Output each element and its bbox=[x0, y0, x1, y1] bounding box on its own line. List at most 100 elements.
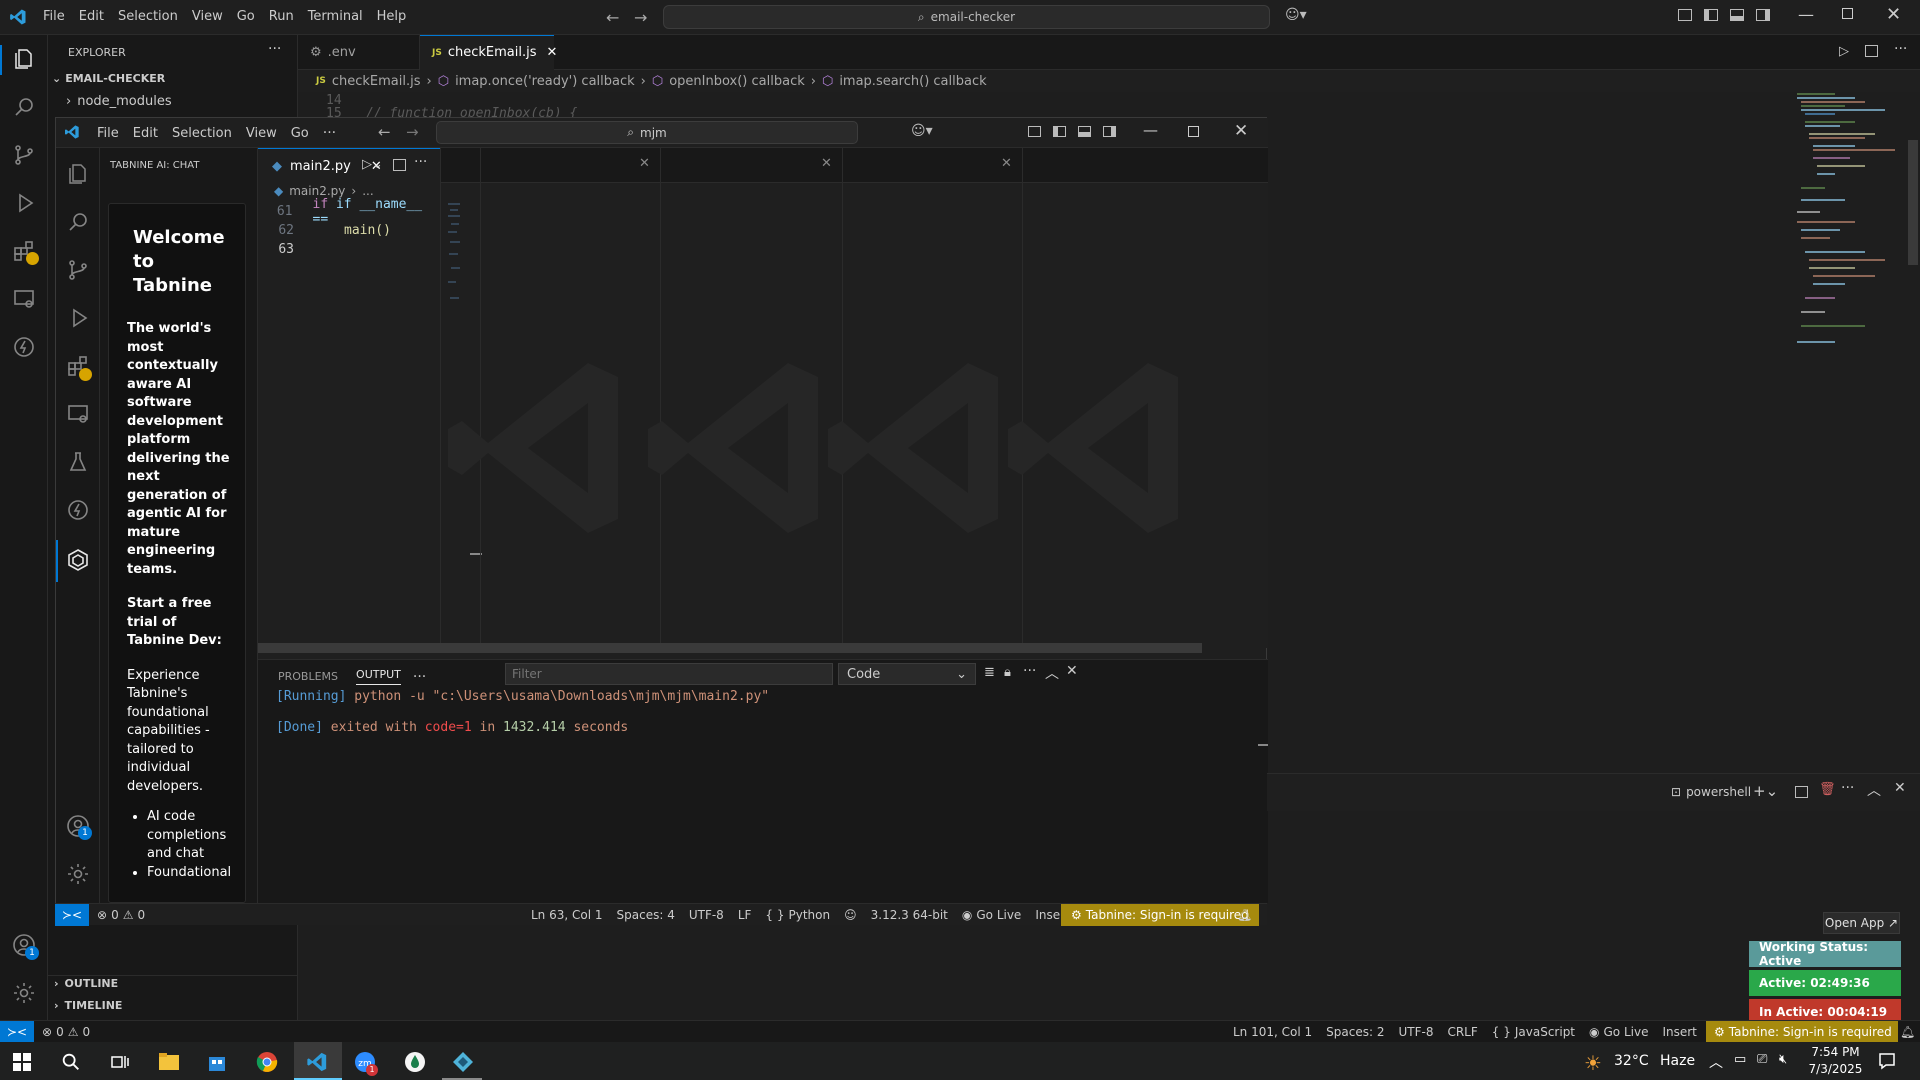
customize-layout-icon[interactable] bbox=[1028, 126, 1041, 137]
search-icon[interactable] bbox=[60, 1051, 82, 1073]
explorer-more-icon[interactable]: ··· bbox=[268, 41, 281, 57]
kill-terminal-icon[interactable]: 🗑︎ bbox=[1819, 782, 1836, 797]
notifications-bell-icon[interactable]: 🔔︎ bbox=[1900, 1025, 1915, 1039]
minimize-icon[interactable]: — bbox=[1143, 121, 1158, 139]
remote-explorer-icon[interactable] bbox=[12, 287, 36, 311]
tab-env[interactable]: ⚙ .env bbox=[298, 34, 420, 70]
terminal-tab-powershell[interactable]: ⊡ powershell bbox=[1671, 785, 1751, 799]
timeline-section[interactable]: › TIMELINE bbox=[54, 999, 122, 1012]
maximize-panel-icon[interactable]: ︿ bbox=[1867, 780, 1881, 800]
insert-mode[interactable]: Insert bbox=[1662, 1025, 1696, 1039]
forward-arrow-icon[interactable]: → bbox=[406, 123, 419, 141]
output-filter-input[interactable] bbox=[505, 663, 833, 685]
menu-selection[interactable]: Selection bbox=[118, 9, 178, 24]
cursor-position[interactable]: Ln 63, Col 1 bbox=[531, 908, 603, 922]
new-terminal-icon[interactable]: +⌄ bbox=[1753, 782, 1778, 800]
run-debug-icon[interactable] bbox=[12, 191, 36, 215]
tabnine-status[interactable]: ⚙ Tabnine: Sign-in is required bbox=[1706, 1020, 1898, 1043]
show-hidden-icons-icon[interactable]: ︿ bbox=[1709, 1052, 1723, 1072]
tabnine-icon[interactable] bbox=[66, 548, 90, 572]
command-center[interactable]: ⌕ mjm bbox=[436, 121, 858, 144]
menu-run[interactable]: Run bbox=[269, 9, 294, 24]
line-ending[interactable]: CRLF bbox=[1447, 1025, 1477, 1039]
copilot-icon[interactable]: ☺ bbox=[844, 908, 857, 922]
network-icon[interactable]: ⎚ bbox=[1757, 1052, 1767, 1067]
settings-gear-icon[interactable] bbox=[12, 981, 36, 1005]
breadcrumb-symbol[interactable]: openInbox() callback bbox=[669, 74, 805, 89]
run-file-icon[interactable]: ▷ bbox=[1839, 44, 1849, 59]
close-group-icon[interactable]: ✕ bbox=[639, 156, 650, 171]
search-icon[interactable] bbox=[12, 95, 36, 119]
lightning-icon[interactable] bbox=[66, 498, 90, 522]
toggle-sidebar-icon[interactable] bbox=[1704, 9, 1718, 21]
split-terminal-icon[interactable] bbox=[1795, 786, 1808, 798]
notifications-bell-icon[interactable]: 🔔︎ bbox=[1237, 908, 1252, 922]
lock-scroll-icon[interactable]: 🔒︎ bbox=[1004, 665, 1011, 680]
notifications-icon[interactable] bbox=[1877, 1051, 1897, 1071]
cursor-position[interactable]: Ln 101, Col 1 bbox=[1233, 1025, 1312, 1039]
inner-minimap[interactable] bbox=[448, 202, 460, 322]
copilot-icon[interactable]: ☺▾ bbox=[1285, 7, 1307, 23]
split-editor-icon[interactable] bbox=[393, 159, 406, 171]
menu-help[interactable]: Help bbox=[377, 9, 407, 24]
close-window-icon[interactable]: ✕ bbox=[1886, 4, 1901, 25]
close-tab-icon[interactable]: ✕ bbox=[547, 45, 558, 60]
file-explorer-icon[interactable] bbox=[158, 1052, 180, 1072]
app-drop-icon[interactable] bbox=[404, 1051, 426, 1073]
language-mode[interactable]: { } JavaScript bbox=[1492, 1025, 1575, 1039]
command-center[interactable]: ⌕ email-checker bbox=[663, 5, 1270, 29]
menu-selection[interactable]: Selection bbox=[172, 126, 232, 141]
toggle-sidebar-icon[interactable] bbox=[1053, 126, 1066, 137]
tab-problems[interactable]: PROBLEMS bbox=[278, 670, 338, 683]
explorer-icon[interactable] bbox=[12, 47, 36, 71]
explorer-icon[interactable] bbox=[66, 162, 90, 186]
go-live-button[interactable]: ◉ Go Live bbox=[962, 908, 1021, 922]
menu-file[interactable]: File bbox=[97, 126, 119, 141]
menu-terminal[interactable]: Terminal bbox=[308, 9, 363, 24]
folder-header[interactable]: ⌄ EMAIL-CHECKER bbox=[52, 72, 165, 85]
tree-item-node-modules[interactable]: › node_modules bbox=[66, 94, 172, 109]
outline-section[interactable]: › OUTLINE bbox=[54, 977, 118, 990]
code-view[interactable]: 61 if if __name__ == 62 main() 63 bbox=[258, 197, 440, 259]
encoding[interactable]: UTF-8 bbox=[689, 908, 724, 922]
battery-icon[interactable]: ▭ bbox=[1734, 1052, 1746, 1067]
more-actions-icon[interactable]: ··· bbox=[1894, 41, 1907, 57]
toggle-secondary-sidebar-icon[interactable] bbox=[1103, 126, 1116, 137]
chrome-icon[interactable] bbox=[256, 1051, 278, 1073]
run-file-icon[interactable]: ▷⌄ bbox=[362, 157, 383, 172]
remote-indicator[interactable]: ≻< bbox=[0, 1020, 34, 1043]
source-control-icon[interactable] bbox=[66, 258, 90, 282]
problems-status[interactable]: ⊗ 0 ⚠ 0 bbox=[97, 908, 145, 922]
customize-layout-icon[interactable] bbox=[1678, 9, 1692, 21]
panel-more-actions-icon[interactable]: ··· bbox=[1023, 663, 1036, 679]
toggle-secondary-sidebar-icon[interactable] bbox=[1756, 9, 1770, 21]
back-arrow-icon[interactable]: ← bbox=[378, 123, 391, 141]
maximize-panel-icon[interactable]: ︿ bbox=[1045, 663, 1059, 683]
menu-go[interactable]: Go bbox=[291, 126, 309, 141]
menu-view[interactable]: View bbox=[192, 9, 223, 24]
breadcrumb-file[interactable]: checkEmail.js bbox=[332, 74, 421, 89]
terminal-more-icon[interactable]: ··· bbox=[1841, 780, 1854, 796]
close-panel-icon[interactable]: ✕ bbox=[1066, 663, 1078, 679]
remote-indicator[interactable]: ≻< bbox=[55, 903, 89, 926]
tab-checkemail-js[interactable]: JS checkEmail.js ✕ bbox=[420, 34, 557, 70]
app-diamond-icon[interactable] bbox=[452, 1051, 474, 1073]
clear-output-icon[interactable]: ≣ bbox=[984, 665, 995, 680]
tabnine-status[interactable]: ⚙ Tabnine: Sign-in is required bbox=[1061, 903, 1259, 926]
indentation[interactable]: Spaces: 4 bbox=[617, 908, 675, 922]
breadcrumb-symbol[interactable]: imap.once('ready') callback bbox=[455, 74, 635, 89]
copilot-icon[interactable]: ☺▾ bbox=[911, 123, 933, 139]
more-actions-icon[interactable]: ··· bbox=[414, 154, 427, 170]
lightning-icon[interactable] bbox=[12, 335, 36, 359]
breadcrumb-symbol[interactable]: imap.search() callback bbox=[839, 74, 986, 89]
vscode-taskbar-icon[interactable] bbox=[306, 1051, 328, 1073]
outer-editor-scrollbar[interactable] bbox=[1908, 140, 1918, 265]
forward-arrow-icon[interactable]: → bbox=[634, 8, 647, 27]
line-ending[interactable]: LF bbox=[738, 908, 752, 922]
problems-status[interactable]: ⊗ 0 ⚠ 0 bbox=[42, 1025, 90, 1039]
output-channel-select[interactable]: Code ⌄ bbox=[838, 663, 976, 685]
open-app-button[interactable]: Open App ↗ bbox=[1823, 912, 1900, 934]
close-group-icon[interactable]: ✕ bbox=[821, 156, 832, 171]
task-view-icon[interactable] bbox=[110, 1052, 130, 1072]
source-control-icon[interactable] bbox=[12, 143, 36, 167]
